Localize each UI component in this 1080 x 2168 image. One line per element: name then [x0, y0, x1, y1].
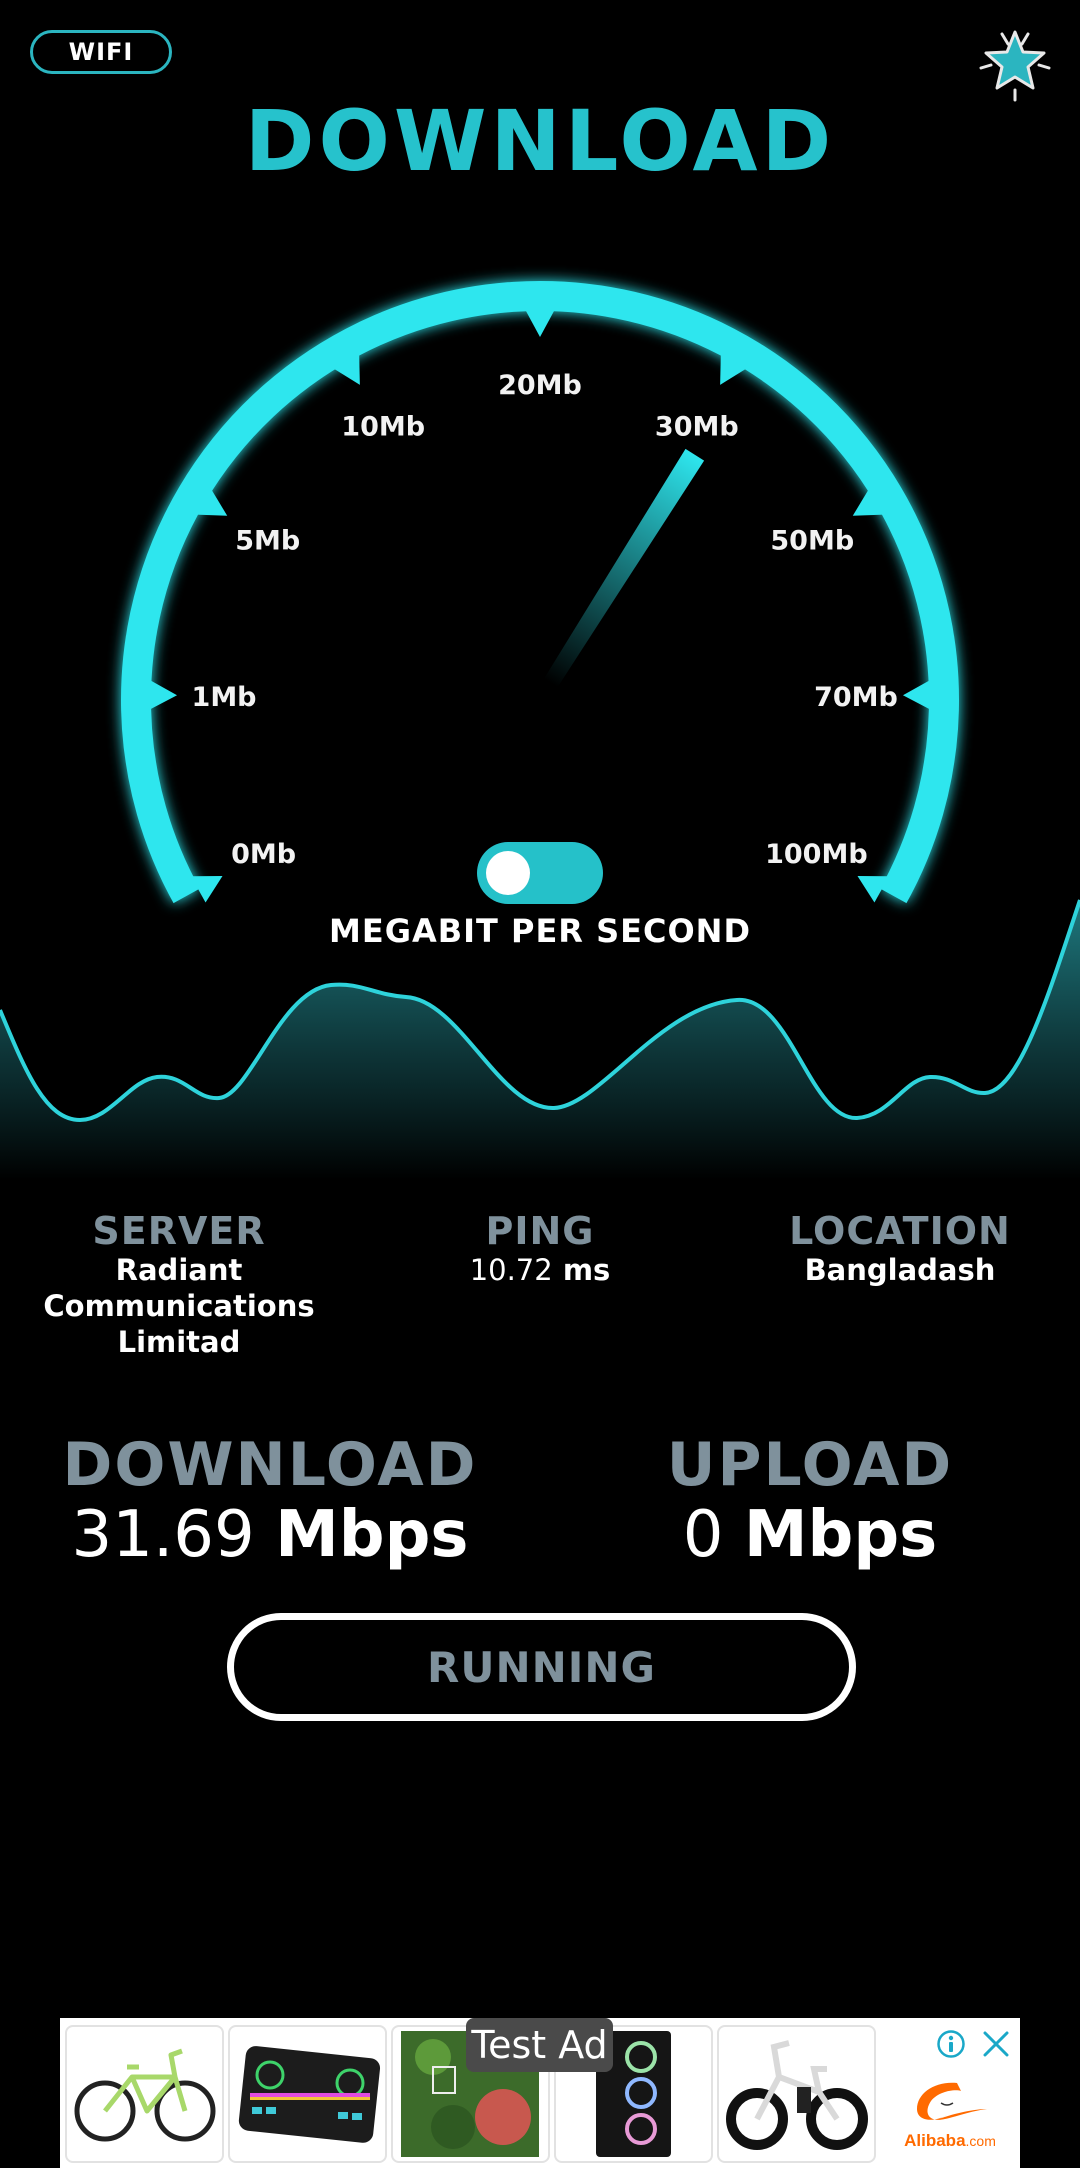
wave-area: [0, 900, 1080, 1180]
gauge-tick-label: 20Mb: [498, 370, 582, 401]
ping-info: PING 10.72 ms: [370, 1210, 710, 1288]
gauge-tick-label: 5Mb: [235, 526, 300, 557]
download-unit: Mbps: [275, 1498, 469, 1572]
ad-product-bicycle[interactable]: [65, 2025, 224, 2163]
ad-product-electric-bike[interactable]: [717, 2025, 876, 2163]
audio-mixer-image: [238, 2046, 381, 2143]
location-label: LOCATION: [789, 1209, 1011, 1253]
location-value: Bangladash: [804, 1253, 996, 1287]
gauge-needle: [543, 448, 705, 688]
ad-banner[interactable]: Test Ad Alibaba.com: [60, 2018, 1020, 2168]
upload-label: UPLOAD: [666, 1430, 954, 1500]
upload-value: 0: [682, 1498, 724, 1572]
download-label: DOWNLOAD: [62, 1430, 478, 1500]
server-name-line-3: Limitad: [117, 1325, 241, 1359]
download-value: 31.69: [71, 1498, 255, 1572]
gauge-tick-label: 1Mb: [192, 682, 257, 713]
server-info: SERVER Radiant Communications Limitad: [9, 1210, 349, 1360]
gauge-tick-label: 100Mb: [765, 839, 868, 870]
test-status-label: RUNNING: [427, 1642, 656, 1692]
info-icon[interactable]: [936, 2029, 966, 2059]
ad-product-mixer[interactable]: [228, 2025, 387, 2163]
upload-unit: Mbps: [743, 1498, 938, 1572]
gauge-tick-label: 30Mb: [655, 412, 739, 443]
gauge-tick: [149, 679, 178, 710]
gauge-tick-label: 50Mb: [770, 526, 854, 557]
server-name-line-2: Communications: [43, 1289, 315, 1323]
test-ad-badge: Test Ad: [466, 2018, 613, 2072]
gauge-tick-label: 70Mb: [814, 682, 898, 713]
gauge-tick-label: 10Mb: [341, 412, 425, 443]
gauge-tick: [902, 679, 931, 710]
download-result: DOWNLOAD 31.69 Mbps: [50, 1432, 490, 1572]
upload-result: UPLOAD 0 Mbps: [590, 1432, 1030, 1572]
server-name-line-1: Radiant: [115, 1253, 243, 1287]
ping-label: PING: [485, 1209, 595, 1253]
speed-gauge: 0Mb 1Mb 5Mb 10Mb 20Mb 30Mb 50Mb 70Mb 100Mb: [121, 281, 959, 904]
test-status-button[interactable]: RUNNING: [227, 1613, 856, 1721]
speed-wave-graph: [0, 899, 1080, 1180]
ping-unit: ms: [562, 1253, 611, 1287]
bicycle-image: [74, 2048, 216, 2142]
close-icon[interactable]: [981, 2029, 1011, 2059]
ad-brand-suffix: .com: [965, 2133, 996, 2149]
ad-brand-name: Alibaba: [904, 2131, 966, 2150]
electric-bike-image: [726, 2040, 868, 2150]
alibaba-logo-icon: [917, 2082, 987, 2120]
ping-value: 10.72: [469, 1253, 553, 1287]
location-info: LOCATION Bangladash: [730, 1210, 1070, 1288]
gauge-tick: [524, 309, 556, 337]
server-label: SERVER: [92, 1209, 266, 1253]
ad-brand-logo[interactable]: Alibaba.com: [895, 2073, 1005, 2158]
gauge-tick-label: 0Mb: [231, 839, 296, 870]
